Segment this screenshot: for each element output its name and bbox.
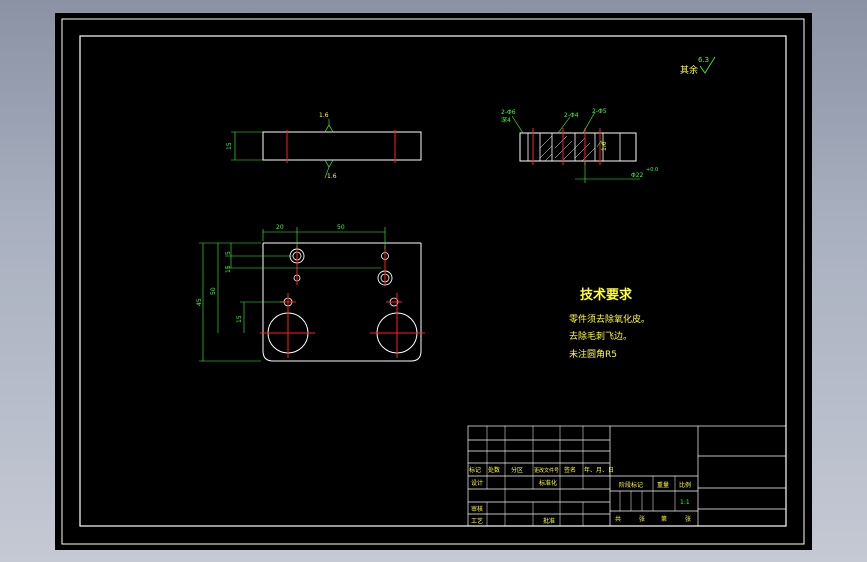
svg-text:1.6: 1.6	[319, 112, 329, 119]
svg-text:分区: 分区	[511, 466, 523, 474]
svg-text:15: 15	[225, 265, 232, 273]
svg-text:2-Φ4: 2-Φ4	[564, 112, 579, 119]
svg-text:15: 15	[226, 142, 233, 150]
svg-text:+0.0: +0.0	[646, 167, 658, 173]
roughness-note: 其余 6.3	[680, 56, 716, 76]
svg-text:2-Φ6: 2-Φ6	[501, 109, 516, 116]
svg-text:处数: 处数	[488, 466, 500, 474]
svg-text:15: 15	[236, 315, 243, 323]
svg-text:张: 张	[685, 515, 691, 523]
svg-text:20: 20	[276, 224, 284, 231]
svg-text:标准化: 标准化	[539, 479, 557, 487]
tech-note: 去除毛刺飞边。	[569, 330, 632, 342]
svg-text:比例: 比例	[679, 481, 691, 489]
tech-title: 技术要求	[580, 287, 633, 303]
svg-text:6.3: 6.3	[698, 56, 709, 64]
svg-text:审核: 审核	[471, 505, 483, 513]
cad-viewport[interactable]: 其余 6.3 15 1.6 1.6 2-Φ6 深4 2-Φ4 2-Φ5 1.6 …	[55, 13, 812, 550]
tech-note: 未注圆角R5	[569, 348, 617, 360]
svg-text:阶段标记: 阶段标记	[619, 481, 643, 489]
tech-note: 零件须去除氧化皮。	[569, 313, 650, 325]
svg-text:签名: 签名	[564, 466, 576, 474]
svg-text:2-Φ5: 2-Φ5	[592, 108, 607, 115]
svg-text:45: 45	[196, 298, 203, 306]
side-view: 15 1.6 1.6	[226, 112, 422, 180]
title-block	[467, 425, 787, 527]
svg-text:5: 5	[225, 251, 232, 255]
svg-text:重量: 重量	[657, 481, 669, 489]
svg-text:年、月、日: 年、月、日	[584, 466, 614, 474]
svg-text:其余: 其余	[680, 64, 698, 76]
svg-text:50: 50	[337, 224, 345, 231]
svg-text:第: 第	[661, 515, 667, 523]
title-block-labels: 标记 处数 分区 更改文件号 签名 年、月、日 设计 标准化 阶段标记 重量 比…	[469, 466, 691, 525]
section-view: 2-Φ6 深4 2-Φ4 2-Φ5 1.6 Φ22 +0.0	[501, 108, 658, 183]
technical-requirements: 技术要求 零件须去除氧化皮。 去除毛刺飞边。 未注圆角R5	[569, 287, 650, 360]
svg-text:深4: 深4	[501, 116, 511, 124]
svg-text:更改文件号: 更改文件号	[534, 467, 559, 474]
svg-text:1.6: 1.6	[327, 173, 337, 180]
inner-border	[79, 35, 787, 527]
svg-text:标记: 标记	[469, 466, 481, 474]
roughness-symbol-icon	[324, 159, 334, 168]
svg-text:共: 共	[615, 515, 621, 523]
svg-text:Φ22: Φ22	[631, 172, 644, 179]
roughness-symbol-icon	[324, 124, 334, 133]
drawing-canvas: 其余 6.3 15 1.6 1.6 2-Φ6 深4 2-Φ4 2-Φ5 1.6 …	[61, 18, 805, 545]
svg-text:张: 张	[639, 515, 645, 523]
svg-text:1.6: 1.6	[601, 141, 608, 151]
svg-text:50: 50	[210, 287, 217, 295]
svg-text:批准: 批准	[543, 517, 555, 525]
svg-text:1:1: 1:1	[680, 499, 690, 506]
svg-text:设计: 设计	[471, 479, 483, 487]
plan-view: 20 50 5 15 50 15 45	[196, 224, 425, 362]
svg-text:工艺: 工艺	[471, 517, 483, 525]
outer-border	[61, 18, 805, 545]
